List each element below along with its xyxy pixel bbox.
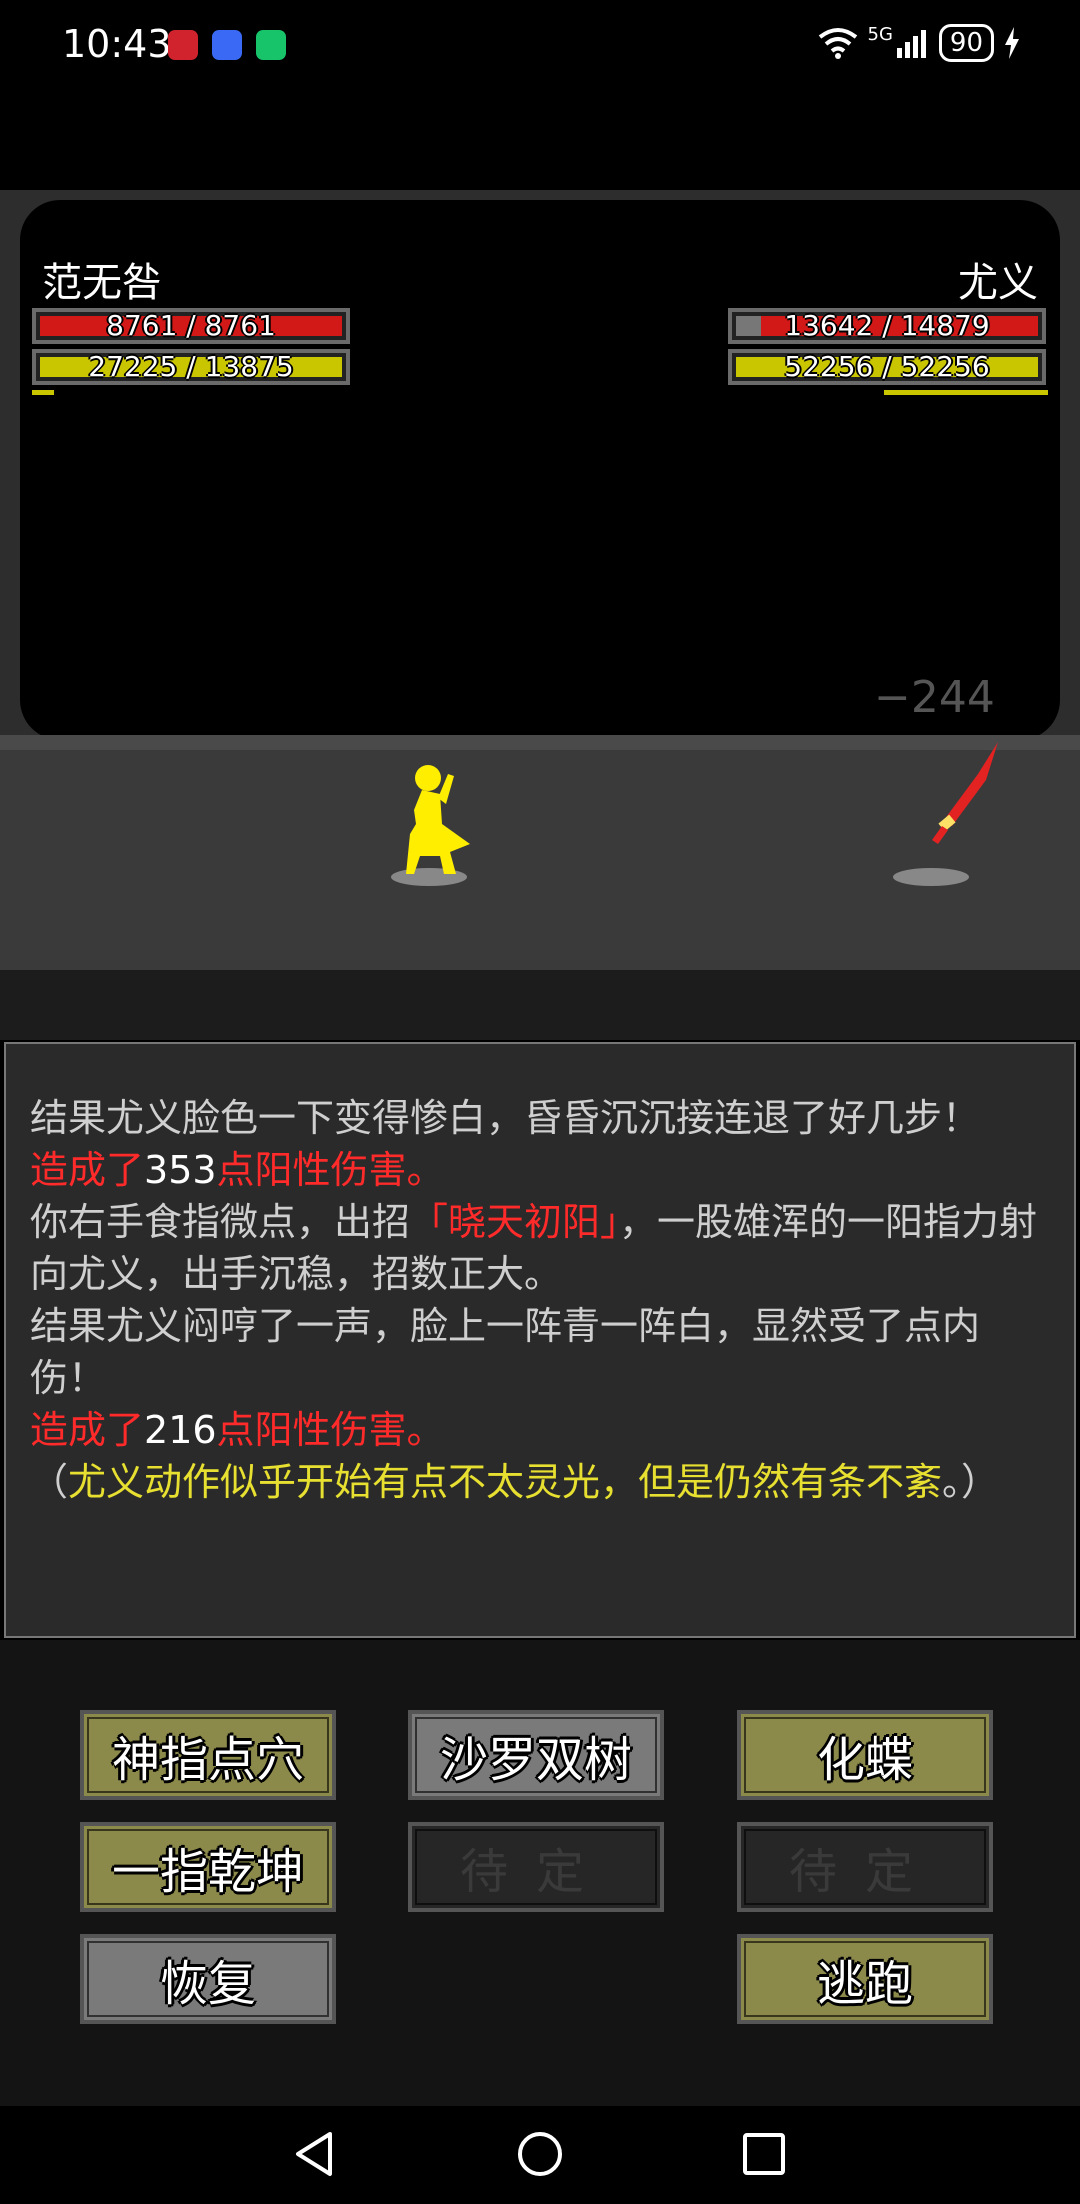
skill-huadie-button[interactable]: 化蝶 xyxy=(737,1710,993,1800)
skill-slot-pending-2-button: 待定 xyxy=(737,1822,993,1912)
skill-label: 待定 xyxy=(459,1844,612,1900)
recover-button[interactable]: 恢复 xyxy=(80,1934,336,2024)
green-app-icon xyxy=(256,30,286,60)
log-line: （尤义动作似乎开始有点不太灵光，但是仍然有条不紊。） xyxy=(30,1456,1044,1508)
skill-label: 神指点穴 xyxy=(111,1732,304,1788)
enemy-mp-bar: 52256 / 52256 xyxy=(728,349,1046,385)
log-line: 造成了216点阳性伤害。 xyxy=(30,1404,1044,1456)
player-speed-bar xyxy=(32,390,54,395)
skill-label: 待定 xyxy=(788,1844,941,1900)
battle-log-text: 结果尤义脸色一下变得惨白，昏昏沉沉接连退了好几步！ 造成了353点阳性伤害。 你右手… xyxy=(30,1092,1044,1508)
huawei-icon xyxy=(168,30,198,60)
home-icon[interactable] xyxy=(516,2130,564,2178)
log-segment: 尤义动作似乎开始有点不太灵光，但是仍然有条不紊 xyxy=(68,1460,943,1504)
log-segment: 「晓天初阳」 xyxy=(410,1200,620,1244)
log-cut-line: ▔▔▔▔▔▔▔▔▔▔▔▔▔▔▔▔▔▔▔▔▔▔▔▔▔▔▔▔ xyxy=(30,1044,848,1066)
enemy-shadow xyxy=(893,868,969,886)
log-segment: 造成了 xyxy=(30,1148,145,1192)
enemy-hp-bar: 13642 / 14879 xyxy=(728,308,1046,344)
log-line: 结果尤义脸色一下变得惨白，昏昏沉沉接连退了好几步！ xyxy=(30,1092,1044,1144)
log-segment: 你右手食指微点，出招 xyxy=(30,1200,411,1244)
signal-icon xyxy=(896,30,926,58)
skill-label: 化蝶 xyxy=(816,1732,913,1788)
log-line: 造成了353点阳性伤害。 xyxy=(30,1144,1044,1196)
log-segment: 点阳性伤害。 xyxy=(216,1408,445,1452)
skill-shenzhi-dianxue-button[interactable]: 神指点穴 xyxy=(80,1710,336,1800)
skill-shaluo-shuangshu-button[interactable]: 沙罗双树 xyxy=(408,1710,664,1800)
back-icon[interactable] xyxy=(292,2130,336,2178)
enemy-hp-text: 13642 / 14879 xyxy=(784,309,990,342)
player-mp-bar: 27225 / 13875 xyxy=(32,349,350,385)
clock: 10:43 xyxy=(62,22,172,66)
network-type: 5G xyxy=(867,24,893,45)
floor-bottom xyxy=(0,970,1080,1040)
wifi-icon xyxy=(818,28,857,59)
battle-log[interactable]: ▔▔▔▔▔▔▔▔▔▔▔▔▔▔▔▔▔▔▔▔▔▔▔▔▔▔▔▔ 结果尤义脸色一下变得惨… xyxy=(4,1042,1076,1638)
scene-darkness xyxy=(20,200,1060,740)
log-segment: （ xyxy=(30,1460,69,1504)
player-hp-bar: 8761 / 8761 xyxy=(32,308,350,344)
enemy-name: 尤义 xyxy=(958,260,1038,306)
log-segment: 216 xyxy=(144,1408,217,1452)
skill-slot-pending-1-button: 待定 xyxy=(408,1822,664,1912)
navigation-bar xyxy=(0,2106,1080,2204)
log-line: 你右手食指微点，出招「晓天初阳」，一股雄浑的一阳指力射向尤义，出手沉稳，招数正大… xyxy=(30,1196,1044,1300)
recents-icon[interactable] xyxy=(742,2130,786,2178)
log-segment: 结果尤义脸色一下变得惨白，昏昏沉沉接连退了好几步！ xyxy=(30,1096,981,1140)
player-mp-text: 27225 / 13875 xyxy=(88,350,294,383)
skill-yizhi-qiankun-button[interactable]: 一指乾坤 xyxy=(80,1822,336,1912)
tieba-icon xyxy=(212,30,242,60)
player-hp-text: 8761 / 8761 xyxy=(106,309,276,342)
enemy-speed-bar xyxy=(884,390,1048,395)
log-line: 结果尤义闷哼了一声，脸上一阵青一阵白，显然受了点内伤！ xyxy=(30,1300,1044,1404)
battery-indicator: 90 xyxy=(938,24,994,62)
flee-button[interactable]: 逃跑 xyxy=(737,1934,993,2024)
status-bar: 10:43 5G 90 xyxy=(0,0,1080,90)
player-character xyxy=(406,765,470,874)
enemy-weapon xyxy=(932,742,998,844)
skill-label: 沙罗双树 xyxy=(439,1732,632,1788)
floating-damage: −244 xyxy=(874,672,995,723)
skill-label: 恢复 xyxy=(159,1956,256,2012)
enemy-mp-text: 52256 / 52256 xyxy=(784,350,990,383)
log-segment: 。） xyxy=(942,1460,1000,1504)
log-segment: 353 xyxy=(144,1148,217,1192)
log-segment: 点阳性伤害。 xyxy=(216,1148,445,1192)
charging-icon xyxy=(1005,27,1019,59)
log-segment: 结果尤义闷哼了一声，脸上一阵青一阵白，显然受了点内伤！ xyxy=(30,1304,981,1400)
skill-label: 一指乾坤 xyxy=(111,1844,304,1900)
status-right: 5G 90 xyxy=(818,24,1021,62)
player-name: 范无咎 xyxy=(42,260,162,306)
log-segment: 造成了 xyxy=(30,1408,145,1452)
skill-label: 逃跑 xyxy=(816,1956,913,2012)
